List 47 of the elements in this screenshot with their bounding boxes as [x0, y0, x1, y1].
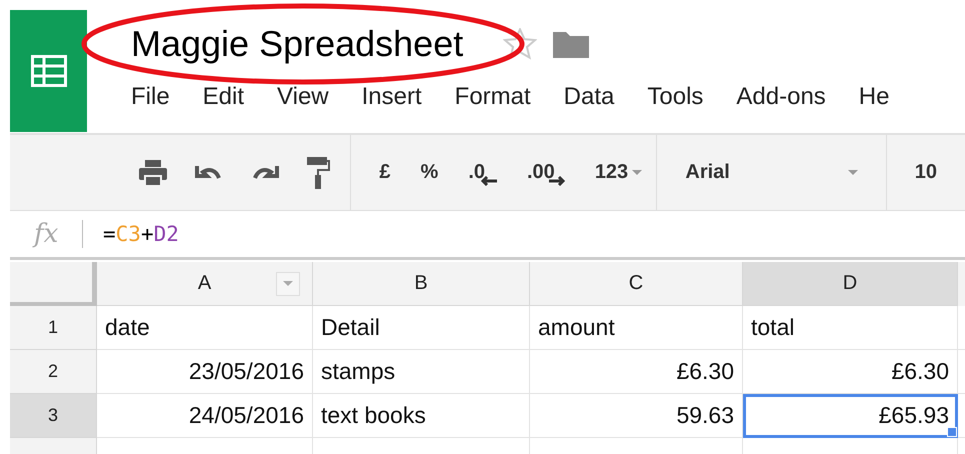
table-cell[interactable]: total — [743, 306, 958, 350]
table-cell[interactable]: amount — [530, 306, 743, 350]
table-cell[interactable]: 23/05/2016 — [97, 350, 313, 394]
folder-icon[interactable] — [553, 30, 590, 58]
column-header[interactable]: C — [530, 262, 743, 306]
filter-dropdown-icon[interactable] — [276, 272, 300, 296]
menu-item[interactable]: File — [131, 82, 203, 112]
column-header[interactable]: A — [97, 262, 313, 306]
caret-icon — [848, 170, 858, 176]
menu-item[interactable]: Data — [564, 82, 648, 112]
table-cell[interactable]: 59.63 — [530, 394, 743, 438]
menu-item[interactable]: He — [858, 82, 922, 112]
row-header[interactable]: 2 — [10, 350, 97, 394]
row-header[interactable]: 1 — [10, 306, 97, 350]
column-header[interactable]: D — [743, 262, 958, 306]
function-label: fx — [32, 219, 60, 249]
font-dropdown[interactable]: Arial — [685, 161, 858, 184]
increase-decimals-button[interactable]: .00 — [527, 160, 565, 186]
menu-item[interactable]: Add-ons — [736, 82, 859, 112]
table-cell[interactable]: text books — [313, 394, 530, 438]
number-format-dropdown[interactable]: 123 — [594, 161, 642, 184]
column-header[interactable]: B — [313, 262, 530, 306]
currency-button[interactable]: £ — [379, 161, 391, 184]
menu-item[interactable]: Format — [454, 82, 564, 112]
decrease-decimals-button[interactable]: .0 — [468, 160, 497, 186]
sheets-logo[interactable] — [10, 10, 87, 132]
table-cell[interactable]: Detail — [313, 306, 530, 350]
caret-icon — [632, 170, 642, 176]
star-icon[interactable] — [503, 28, 538, 60]
menu-item[interactable]: View — [277, 82, 362, 112]
row-header[interactable]: 3 — [10, 394, 97, 438]
font-size-dropdown[interactable]: 10 — [914, 161, 937, 184]
table-cell[interactable]: stamps — [313, 350, 530, 394]
menu-item[interactable]: Insert — [362, 82, 455, 112]
paint-format-icon[interactable] — [306, 156, 330, 190]
menu-item[interactable]: Edit — [202, 82, 278, 112]
formula-input[interactable]: =C3+D2 — [103, 222, 179, 246]
table-cell[interactable]: £6.30 — [530, 350, 743, 394]
table-cell[interactable]: £6.30 — [743, 350, 958, 394]
percent-button[interactable]: % — [420, 161, 438, 184]
fill-handle[interactable] — [947, 427, 957, 437]
table-cell[interactable]: £65.93 — [743, 394, 958, 438]
redo-icon[interactable] — [250, 164, 280, 182]
print-icon[interactable] — [138, 158, 168, 186]
table-cell[interactable]: date — [97, 306, 313, 350]
table-cell[interactable]: 24/05/2016 — [97, 394, 313, 438]
menu-item[interactable]: Tools — [647, 82, 736, 112]
